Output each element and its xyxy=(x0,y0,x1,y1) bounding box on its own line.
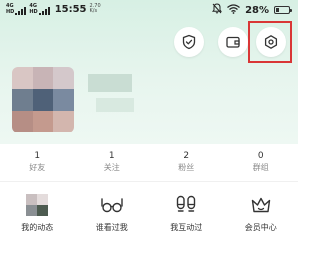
silent-bell-icon xyxy=(212,3,223,17)
wallet-icon xyxy=(226,36,240,48)
status-time: 15:55 xyxy=(54,3,87,15)
status-bar: 4G HD 4G HD 15:55 2.70 K/s 28% xyxy=(0,0,298,20)
status-bar-right: 28% xyxy=(212,3,292,17)
wallet-button[interactable] xyxy=(218,27,248,57)
battery-icon xyxy=(274,6,292,14)
glasses-icon xyxy=(99,192,125,218)
wifi-icon xyxy=(227,3,240,17)
profile-name-blurred xyxy=(88,74,132,92)
crown-icon xyxy=(248,192,274,218)
battery-percent: 28% xyxy=(245,4,269,16)
stat-groups[interactable]: 0 群组 xyxy=(224,150,299,174)
stat-label: 群组 xyxy=(252,163,269,172)
my-moments-thumbnail xyxy=(24,192,50,218)
stat-label: 好友 xyxy=(29,163,46,172)
network-speed-unit: K/s xyxy=(89,8,98,14)
stat-value: 2 xyxy=(183,151,190,161)
signal-2-icon: 4G HD xyxy=(29,3,50,15)
feature-my-moments[interactable]: 我的动态 xyxy=(0,192,75,233)
avatar[interactable] xyxy=(12,67,74,133)
security-shield-icon xyxy=(182,34,196,50)
signal-1-icon: 4G HD xyxy=(6,3,27,15)
profile-id-blurred xyxy=(96,98,134,112)
stat-followers[interactable]: 2 粉丝 xyxy=(149,150,224,174)
feature-vip-center[interactable]: 会员中心 xyxy=(224,192,299,233)
battery-fill xyxy=(276,8,279,12)
feature-shortcuts: 我的动态 谁看过我 我互动过 会员中心 xyxy=(0,192,298,233)
feature-who-viewed-me[interactable]: 谁看过我 xyxy=(75,192,150,233)
stats-row: 1 好友 1 关注 2 粉丝 0 群组 xyxy=(0,150,298,174)
stat-friends[interactable]: 1 好友 xyxy=(0,150,75,174)
feature-i-interacted[interactable]: 我互动过 xyxy=(149,192,224,233)
security-shield-button[interactable] xyxy=(174,27,204,57)
stat-label: 粉丝 xyxy=(178,163,195,172)
stat-value: 1 xyxy=(34,151,41,161)
stat-value: 1 xyxy=(108,151,115,161)
stat-value: 0 xyxy=(257,151,264,161)
signal-2-sub: HD xyxy=(29,9,38,15)
status-bar-left: 4G HD 4G HD 15:55 2.70 K/s xyxy=(6,3,104,15)
footprints-icon xyxy=(173,192,199,218)
feature-label: 会员中心 xyxy=(244,223,277,232)
stat-following[interactable]: 1 关注 xyxy=(75,150,150,174)
divider xyxy=(0,181,298,182)
stat-label: 关注 xyxy=(103,163,120,172)
feature-label: 我互动过 xyxy=(170,223,203,232)
network-speed: 2.70 K/s xyxy=(90,4,104,14)
signal-1-sub: HD xyxy=(6,9,15,15)
settings-highlight-box xyxy=(248,21,292,63)
feature-label: 我的动态 xyxy=(21,223,54,232)
feature-label: 谁看过我 xyxy=(95,223,128,232)
